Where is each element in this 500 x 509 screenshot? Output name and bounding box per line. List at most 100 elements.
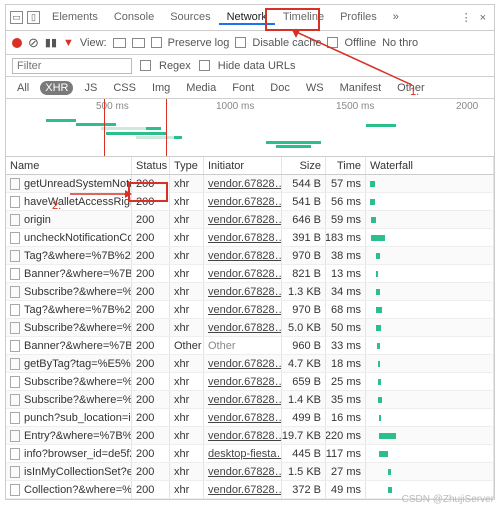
cell-status: 200 [132, 481, 170, 498]
initiator-link[interactable]: vendor.67828… [208, 394, 282, 406]
cell-initiator: vendor.67828… [204, 355, 282, 372]
tab-timeline[interactable]: Timeline [275, 11, 332, 23]
type-other[interactable]: Other [392, 81, 430, 95]
watermark: CSDN @ZhujiServer [402, 494, 494, 505]
table-row[interactable]: Subscribe?&where=%7B%2…200xhrvendor.6782… [6, 319, 494, 337]
cell-waterfall [366, 355, 494, 372]
cell-waterfall [366, 463, 494, 480]
tab-sources[interactable]: Sources [162, 11, 218, 23]
table-row[interactable]: isInMyCollectionSet?entryId…200xhrvendor… [6, 463, 494, 481]
initiator-link[interactable]: vendor.67828… [208, 232, 282, 244]
col-time[interactable]: Time [326, 157, 366, 174]
type-font[interactable]: Font [227, 81, 259, 95]
col-type[interactable]: Type [170, 157, 204, 174]
type-all[interactable]: All [12, 81, 34, 95]
cell-status: 200 [132, 445, 170, 462]
preserve-log-checkbox[interactable] [151, 37, 162, 48]
timeline-overview[interactable]: 500 ms1000 ms1500 ms2000 [6, 99, 494, 157]
table-row[interactable]: Entry?&where=%7B%22typ…200xhrvendor.6782… [6, 427, 494, 445]
initiator-link[interactable]: vendor.67828… [208, 214, 282, 226]
initiator-link[interactable]: vendor.67828… [208, 178, 282, 190]
table-row[interactable]: Banner?&where=%7B%22o…200xhrvendor.67828… [6, 265, 494, 283]
initiator-link[interactable]: vendor.67828… [208, 358, 282, 370]
initiator-link[interactable]: desktop-fiesta… [208, 448, 282, 460]
col-size[interactable]: Size [282, 157, 326, 174]
initiator-link[interactable]: vendor.67828… [208, 466, 282, 478]
cell-size: 445 B [282, 445, 326, 462]
cell-time: 59 ms [326, 211, 366, 228]
view-list-icon[interactable] [113, 38, 126, 48]
tab-console[interactable]: Console [106, 11, 162, 23]
table-row[interactable]: Tag?&where=%7B%22objec…200xhrvendor.6782… [6, 301, 494, 319]
hide-urls-checkbox[interactable] [199, 60, 210, 71]
initiator-link[interactable]: vendor.67828… [208, 412, 282, 424]
filter-icon[interactable]: ▼ [63, 37, 74, 49]
initiator-link[interactable]: vendor.67828… [208, 268, 282, 280]
cell-status: 200 [132, 463, 170, 480]
device-icon[interactable]: ▯ [27, 11, 40, 24]
table-row[interactable]: Tag?&where=%7B%22objec…200xhrvendor.6782… [6, 247, 494, 265]
col-name[interactable]: Name [6, 157, 132, 174]
initiator-link[interactable]: vendor.67828… [208, 430, 282, 442]
table-row[interactable]: getUnreadSystemNotificatio…200xhrvendor.… [6, 175, 494, 193]
table-row[interactable]: getByTag?tag=%E5%89%8D…200xhrvendor.6782… [6, 355, 494, 373]
cell-time: 57 ms [326, 175, 366, 192]
table-row[interactable]: Banner?&where=%7B%22o…200OtherOther960 B… [6, 337, 494, 355]
col-initiator[interactable]: Initiator [204, 157, 282, 174]
initiator-link[interactable]: vendor.67828… [208, 376, 282, 388]
table-row[interactable]: info?browser_id=de5f2efd9…200xhrdesktop-… [6, 445, 494, 463]
file-icon [10, 358, 20, 370]
initiator-link[interactable]: vendor.67828… [208, 304, 282, 316]
tab-more[interactable]: » [385, 5, 407, 30]
table-row[interactable]: punch?sub_location=index&…200xhrvendor.6… [6, 409, 494, 427]
tab-profiles[interactable]: Profiles [332, 11, 385, 23]
initiator-link[interactable]: vendor.67828… [208, 196, 282, 208]
cell-initiator: vendor.67828… [204, 229, 282, 246]
request-name: punch?sub_location=index&… [24, 412, 132, 424]
table-row[interactable]: haveWalletAccessRight?uid…200xhrvendor.6… [6, 193, 494, 211]
file-icon [10, 484, 20, 496]
initiator-link[interactable]: vendor.67828… [208, 286, 282, 298]
camera-icon[interactable]: ▮▮ [45, 36, 57, 49]
settings-icon[interactable]: ⋮ [457, 11, 476, 24]
initiator-link[interactable]: vendor.67828… [208, 250, 282, 262]
cell-status: 200 [132, 427, 170, 444]
regex-checkbox[interactable] [140, 60, 151, 71]
type-ws[interactable]: WS [301, 81, 329, 95]
clear-icon[interactable]: ⊘ [28, 35, 39, 51]
tab-network[interactable]: Network [219, 11, 275, 25]
offline-checkbox[interactable] [327, 37, 338, 48]
initiator-link[interactable]: vendor.67828… [208, 322, 282, 334]
cell-status: 200 [132, 337, 170, 354]
table-row[interactable]: Subscribe?&where=%7B%2…200xhrvendor.6782… [6, 391, 494, 409]
filter-input[interactable] [12, 58, 132, 74]
disable-cache-checkbox[interactable] [235, 37, 246, 48]
type-doc[interactable]: Doc [265, 81, 295, 95]
type-xhr[interactable]: XHR [40, 81, 73, 95]
col-status[interactable]: Status [132, 157, 170, 174]
view-grid-icon[interactable] [132, 38, 145, 48]
table-row[interactable]: Subscribe?&where=%7B%2…200xhrvendor.6782… [6, 373, 494, 391]
table-row[interactable]: Subscribe?&where=%7B%2…200xhrvendor.6782… [6, 283, 494, 301]
type-img[interactable]: Img [147, 81, 175, 95]
timeline-tick: 2000 [456, 101, 478, 112]
record-icon[interactable] [12, 38, 22, 48]
table-row[interactable]: uncheckNotificationCount200xhrvendor.678… [6, 229, 494, 247]
cell-initiator: vendor.67828… [204, 193, 282, 210]
cell-waterfall [366, 229, 494, 246]
cell-size: 1.3 KB [282, 283, 326, 300]
type-manifest[interactable]: Manifest [335, 81, 387, 95]
tab-elements[interactable]: Elements [44, 11, 106, 23]
type-css[interactable]: CSS [108, 81, 141, 95]
type-js[interactable]: JS [79, 81, 102, 95]
table-row[interactable]: origin200xhrvendor.67828…646 B59 ms [6, 211, 494, 229]
cell-type: xhr [170, 427, 204, 444]
col-waterfall[interactable]: Waterfall [366, 157, 494, 174]
inspect-icon[interactable]: ▭ [10, 11, 23, 24]
type-media[interactable]: Media [181, 81, 221, 95]
cell-size: 372 B [282, 481, 326, 498]
throttle-label[interactable]: No thro [382, 37, 418, 49]
preserve-log-label: Preserve log [168, 37, 230, 49]
close-icon[interactable]: × [476, 12, 490, 24]
initiator-link[interactable]: vendor.67828… [208, 484, 282, 496]
